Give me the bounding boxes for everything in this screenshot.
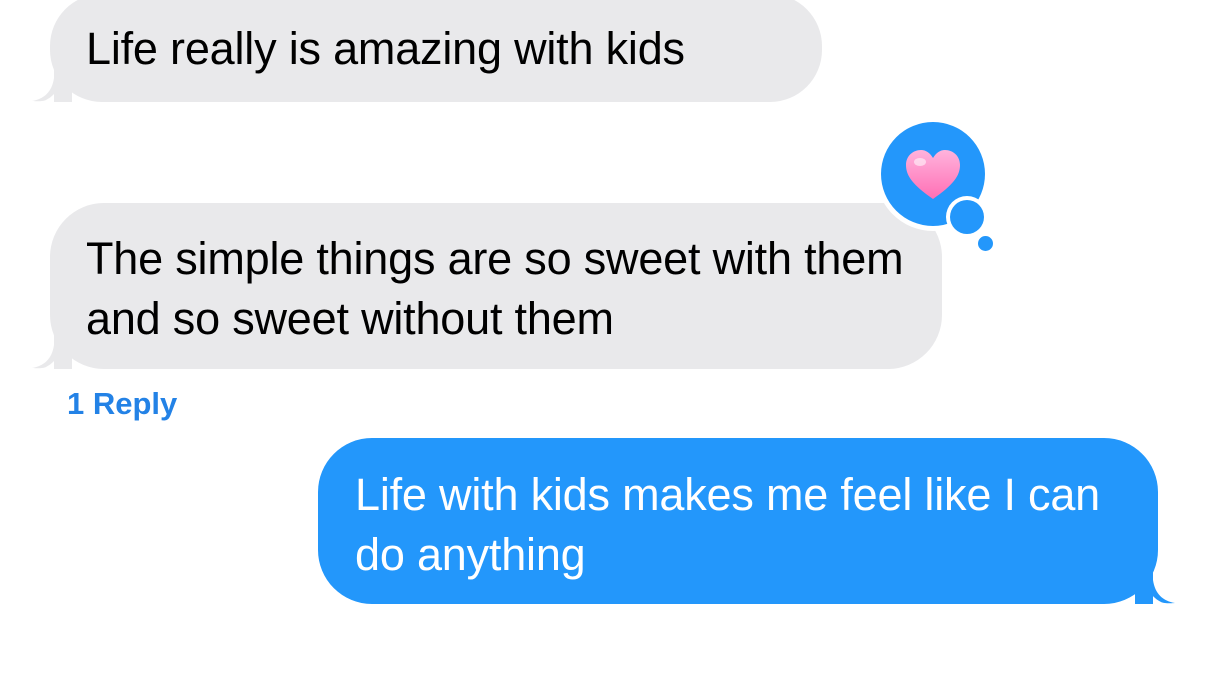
message-bubble-incoming[interactable]: The simple things are so sweet with them… (32, 203, 942, 369)
message-bubble-outgoing[interactable]: Life with kids makes me feel like I can … (318, 438, 1175, 604)
message-text: Life really is amazing with kids (86, 23, 685, 74)
message-bubble-incoming[interactable]: Life really is amazing with kids (32, 0, 822, 102)
bubble-tail (32, 335, 72, 369)
heart-icon (906, 150, 960, 199)
tapback-tail-dot-small (978, 236, 993, 251)
message-text: Life with kids makes me feel like I can … (355, 469, 1101, 580)
message-text: The simple things are so sweet with them… (86, 233, 904, 344)
bubble-tail (32, 68, 72, 102)
reply-count-link[interactable]: 1 Reply (67, 386, 177, 422)
tapback-tail-dot (950, 200, 984, 234)
